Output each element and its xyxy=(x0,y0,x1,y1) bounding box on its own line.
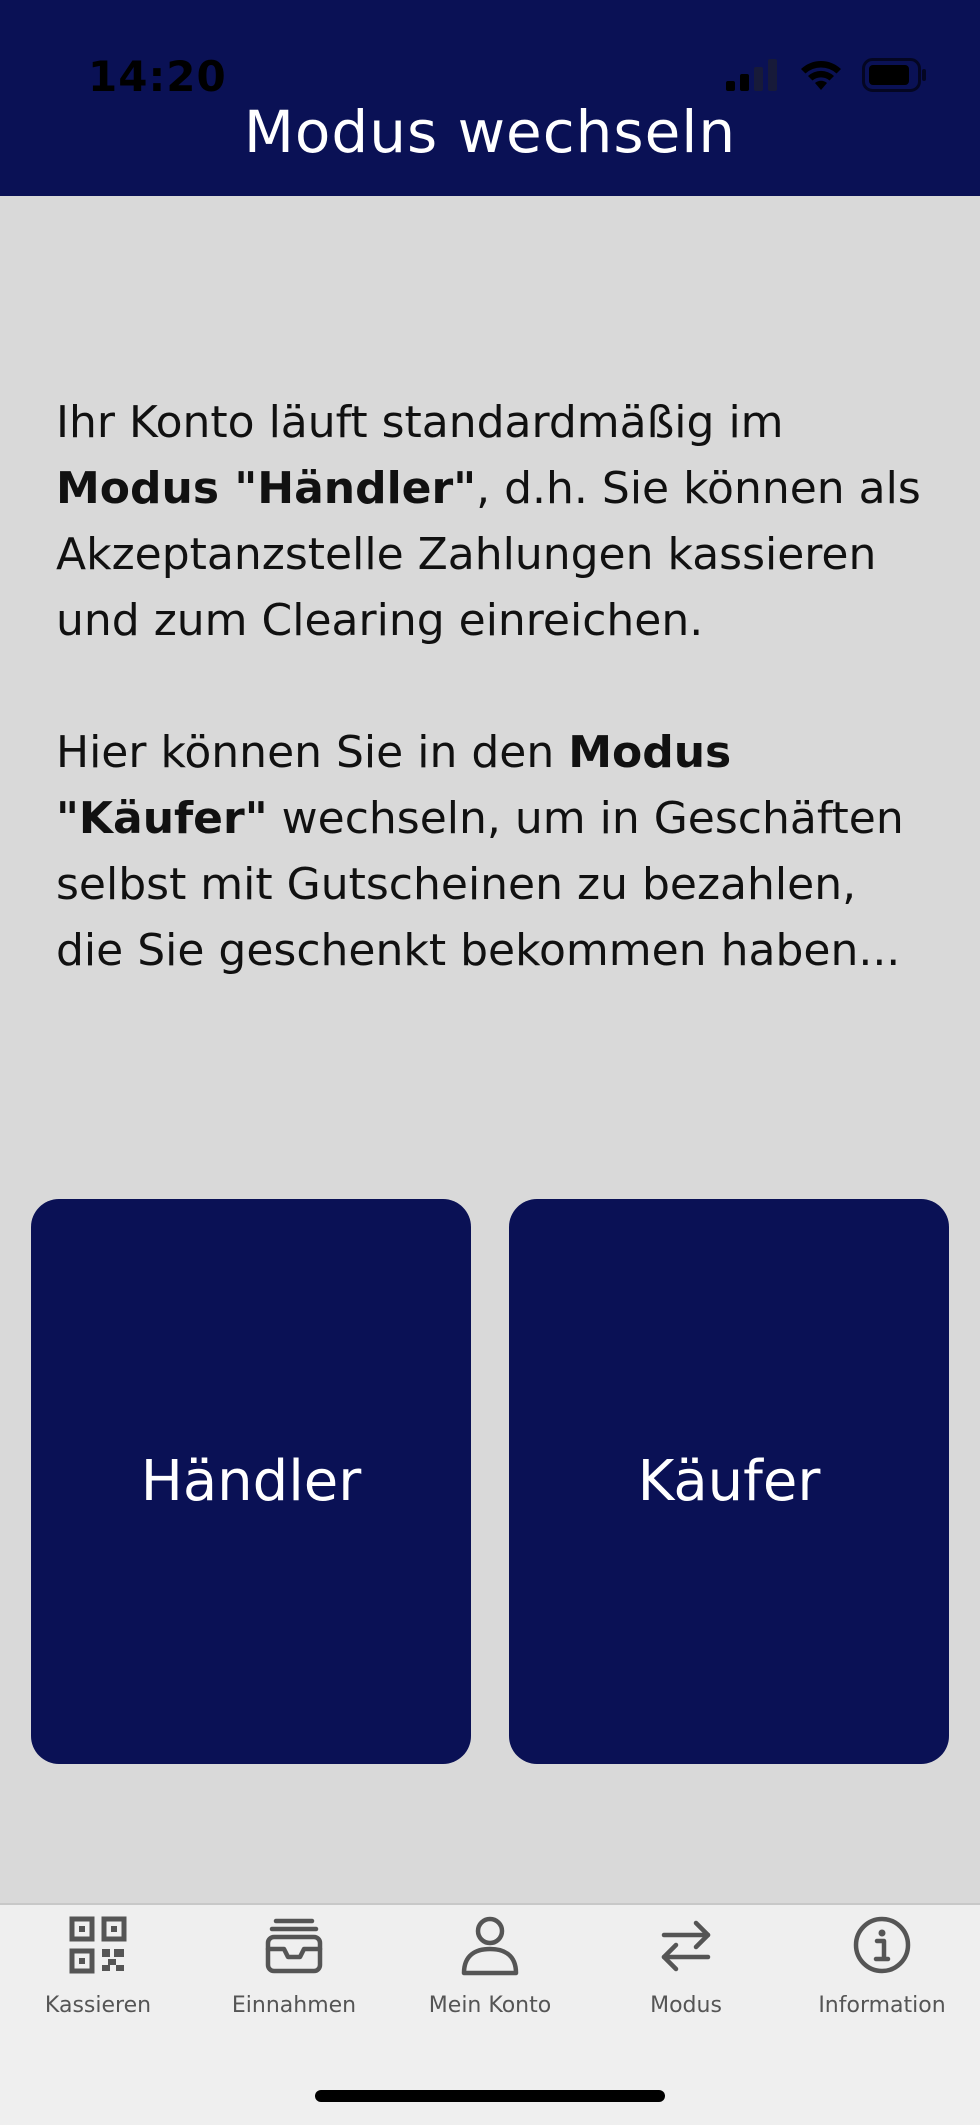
inbox-icon xyxy=(265,1918,323,1974)
tab-modus[interactable]: Modus xyxy=(588,1905,784,2055)
home-indicator[interactable] xyxy=(315,2090,665,2102)
tab-einnahmen[interactable]: Einnahmen xyxy=(196,1905,392,2055)
tab-label: Mein Konto xyxy=(428,1993,552,2018)
description-paragraph-1: Ihr Konto läuft standardmäßig im Modus "… xyxy=(56,390,936,654)
status-icons xyxy=(726,58,928,92)
header: 14:20 Modus wechseln xyxy=(0,0,980,196)
info-icon xyxy=(853,1916,911,1974)
haendler-mode-label: Händler xyxy=(140,1449,362,1514)
tab-label: Einnahmen xyxy=(231,1993,357,2018)
wifi-icon xyxy=(801,61,841,90)
paragraph-bold-text: Modus "Händler" xyxy=(56,463,477,514)
qr-code-icon xyxy=(69,1916,127,1974)
description: Ihr Konto läuft standardmäßig im Modus "… xyxy=(56,390,936,1050)
paragraph-text: Ihr Konto läuft standardmäßig im xyxy=(56,397,784,448)
page-title: Modus wechseln xyxy=(243,98,737,166)
description-paragraph-2: Hier können Sie in den Modus "Käufer" we… xyxy=(56,720,936,984)
haendler-mode-button[interactable]: Händler xyxy=(31,1199,471,1764)
tab-kassieren[interactable]: Kassieren xyxy=(0,1905,196,2055)
status-time: 14:20 xyxy=(88,52,227,101)
kaeufer-mode-button[interactable]: Käufer xyxy=(509,1199,949,1764)
tab-information[interactable]: Information xyxy=(784,1905,980,2055)
tab-bar: Kassieren Einnahmen Mein Konto Modus Inf… xyxy=(0,1903,980,2125)
status-bar: 14:20 xyxy=(0,0,980,110)
tab-label: Kassieren xyxy=(44,1993,152,2018)
battery-icon xyxy=(862,58,926,92)
tab-label: Information xyxy=(818,1993,946,2018)
tab-mein-konto[interactable]: Mein Konto xyxy=(392,1905,588,2055)
paragraph-text: Hier können Sie in den xyxy=(56,727,569,778)
tab-label: Modus xyxy=(650,1993,722,2018)
swap-arrows-icon xyxy=(661,1920,711,1972)
user-icon xyxy=(461,1916,519,1976)
cellular-signal-icon xyxy=(726,59,777,91)
kaeufer-mode-label: Käufer xyxy=(637,1449,821,1514)
